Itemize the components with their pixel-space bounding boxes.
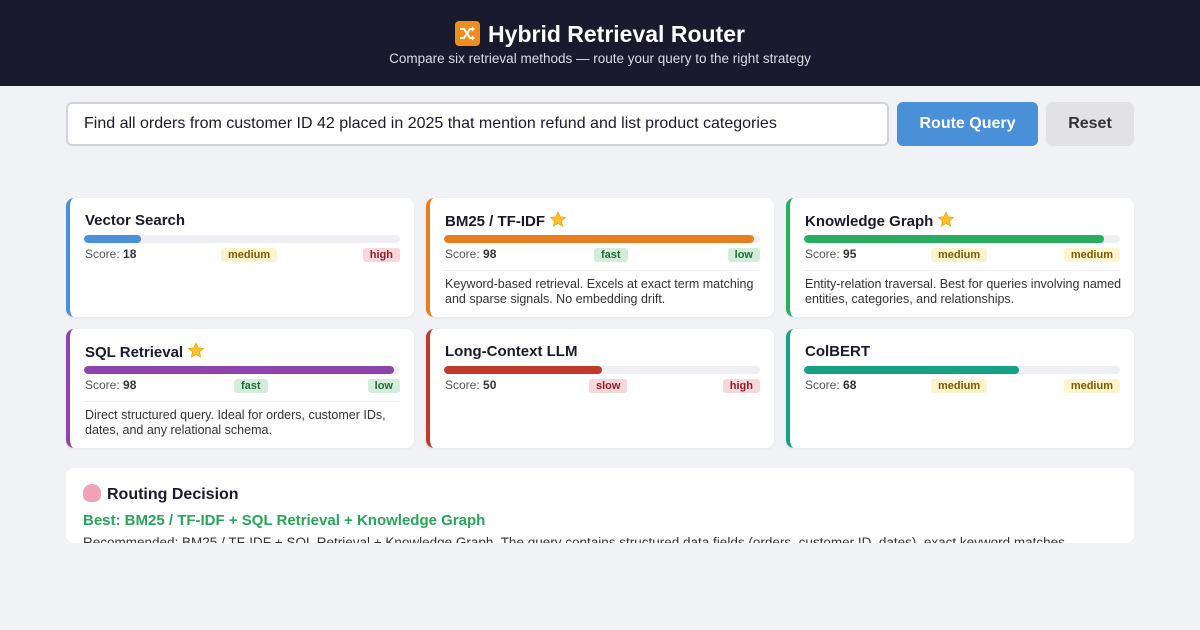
method-name: BM25 / TF-IDF <box>445 211 567 231</box>
method-description: Direct structured query. Ideal for order… <box>85 408 386 437</box>
star-icon <box>549 211 567 227</box>
method-card-sql-retrieval: SQL Retrieval Score: 98 fast low Direct … <box>66 329 414 448</box>
cost-badge: low <box>367 379 400 393</box>
score-bar <box>84 366 400 374</box>
cost-badge: medium <box>1063 248 1120 262</box>
score-bar <box>444 366 760 374</box>
star-icon <box>187 342 205 358</box>
score-text: Score: 98 <box>445 247 497 261</box>
app-title-row: Hybrid Retrieval Router <box>0 19 1200 49</box>
method-card-colbert: ColBERT Score: 68 medium medium <box>786 329 1134 448</box>
score-text: Score: 50 <box>445 378 497 392</box>
cost-badge: medium <box>1063 379 1120 393</box>
score-text: Score: 98 <box>85 378 137 392</box>
method-description: Entity-relation traversal. Best for quer… <box>805 277 1122 306</box>
card-divider <box>444 270 760 271</box>
method-card-long-context-llm: Long-Context LLM Score: 50 slow high <box>426 329 774 448</box>
score-bar <box>84 235 400 243</box>
routing-heading: Routing Decision <box>83 484 239 505</box>
score-bar <box>444 235 760 243</box>
cost-badge: high <box>362 248 400 262</box>
score-text: Score: 18 <box>85 247 137 261</box>
brain-icon <box>83 484 101 502</box>
routing-best: Best: BM25 / TF-IDF + SQL Retrieval + Kn… <box>83 512 486 529</box>
method-name: Knowledge Graph <box>805 211 955 231</box>
speed-badge: slow <box>589 379 628 393</box>
cost-badge: low <box>727 248 760 262</box>
score-bar-fill <box>444 235 754 243</box>
score-bar-fill <box>84 366 394 374</box>
method-name: Long-Context LLM <box>445 343 578 360</box>
routing-decision-panel: Routing Decision Best: BM25 / TF-IDF + S… <box>66 468 1134 543</box>
route-query-button[interactable]: Route Query <box>897 102 1038 146</box>
score-bar-fill <box>444 366 602 374</box>
cost-badge: high <box>722 379 760 393</box>
query-input[interactable]: Find all orders from customer ID 42 plac… <box>66 102 889 146</box>
card-divider <box>84 401 400 402</box>
speed-badge: medium <box>221 248 278 262</box>
method-card-vector-search: Vector Search Score: 18 medium high <box>66 198 414 317</box>
score-text: Score: 68 <box>805 378 857 392</box>
speed-badge: medium <box>931 379 988 393</box>
speed-badge: fast <box>594 248 628 262</box>
routing-reason: Recommended: BM25 / TF-IDF + SQL Retriev… <box>83 535 1065 543</box>
score-bar-fill <box>804 235 1105 243</box>
method-description: Keyword-based retrieval. Excels at exact… <box>445 277 754 306</box>
card-divider <box>804 270 1120 271</box>
reset-button[interactable]: Reset <box>1046 102 1134 146</box>
speed-badge: medium <box>931 248 988 262</box>
shuffle-icon <box>455 21 481 46</box>
star-icon <box>938 211 955 227</box>
score-bar-fill <box>804 366 1019 374</box>
app-title: Hybrid Retrieval Router <box>488 21 745 47</box>
score-bar <box>804 366 1120 374</box>
speed-badge: fast <box>234 379 268 393</box>
app-subtitle: Compare six retrieval methods — route yo… <box>389 51 811 66</box>
method-name: Vector Search <box>85 212 186 229</box>
score-bar <box>804 235 1120 243</box>
method-card-knowledge-graph: Knowledge Graph Score: 95 medium medium … <box>786 198 1134 317</box>
app-header: Hybrid Retrieval Router Compare six retr… <box>0 0 1200 86</box>
method-card-bm25: BM25 / TF-IDF Score: 98 fast low Keyword… <box>426 198 774 317</box>
score-bar-fill <box>84 235 141 243</box>
score-text: Score: 95 <box>805 247 857 261</box>
method-name: SQL Retrieval <box>85 342 205 362</box>
method-name: ColBERT <box>805 343 870 360</box>
